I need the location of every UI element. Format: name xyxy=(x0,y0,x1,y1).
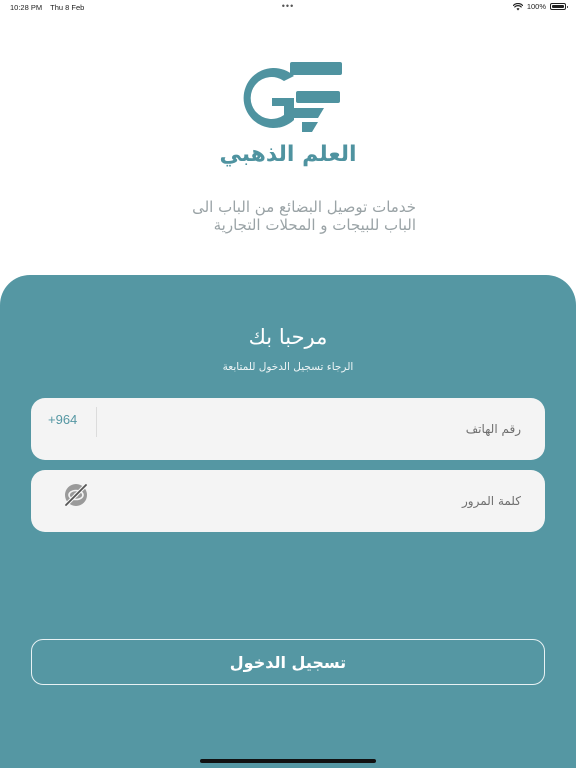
phone-input[interactable] xyxy=(161,398,521,460)
phone-field[interactable]: +964 xyxy=(31,398,545,460)
login-button[interactable]: تسجيل الدخول xyxy=(31,639,545,685)
login-card: مرحبا بك الرجاء تسجيل الدخول للمتابعة +9… xyxy=(0,275,576,768)
brand-name: العلم الذهبي xyxy=(219,142,357,167)
battery-icon xyxy=(550,3,568,10)
welcome-title: مرحبا بك xyxy=(248,325,328,349)
status-date: Thu 8 Feb xyxy=(50,3,85,12)
battery-percentage: 100% xyxy=(526,2,546,11)
multitasking-dots-icon[interactable]: ••• xyxy=(282,1,294,11)
country-code-divider xyxy=(96,407,97,437)
login-screen: 10:28 PM Thu 8 Feb ••• 100% العلم الذهبي… xyxy=(0,0,576,768)
status-right: 100% xyxy=(512,2,568,11)
eye-slash-icon[interactable] xyxy=(63,482,89,508)
tagline: خدمات توصيل البضائع من الباب الى الباب ل… xyxy=(120,198,416,234)
status-bar: 10:28 PM Thu 8 Feb ••• 100% xyxy=(0,0,576,14)
tagline-line-2: الباب للبيجات و المحلات التجارية xyxy=(213,216,416,234)
tagline-line-1: خدمات توصيل البضائع من الباب الى xyxy=(192,198,416,216)
country-code[interactable]: +964 xyxy=(48,412,77,427)
home-indicator[interactable] xyxy=(200,759,376,763)
status-left: 10:28 PM Thu 8 Feb xyxy=(10,3,84,12)
wifi-icon xyxy=(512,2,523,10)
password-input[interactable] xyxy=(161,470,521,532)
password-field[interactable] xyxy=(31,470,545,532)
status-time: 10:28 PM xyxy=(10,3,43,12)
ge-monogram-logo-icon xyxy=(243,62,342,132)
welcome-subtitle: الرجاء تسجيل الدخول للمتابعة xyxy=(222,361,354,373)
